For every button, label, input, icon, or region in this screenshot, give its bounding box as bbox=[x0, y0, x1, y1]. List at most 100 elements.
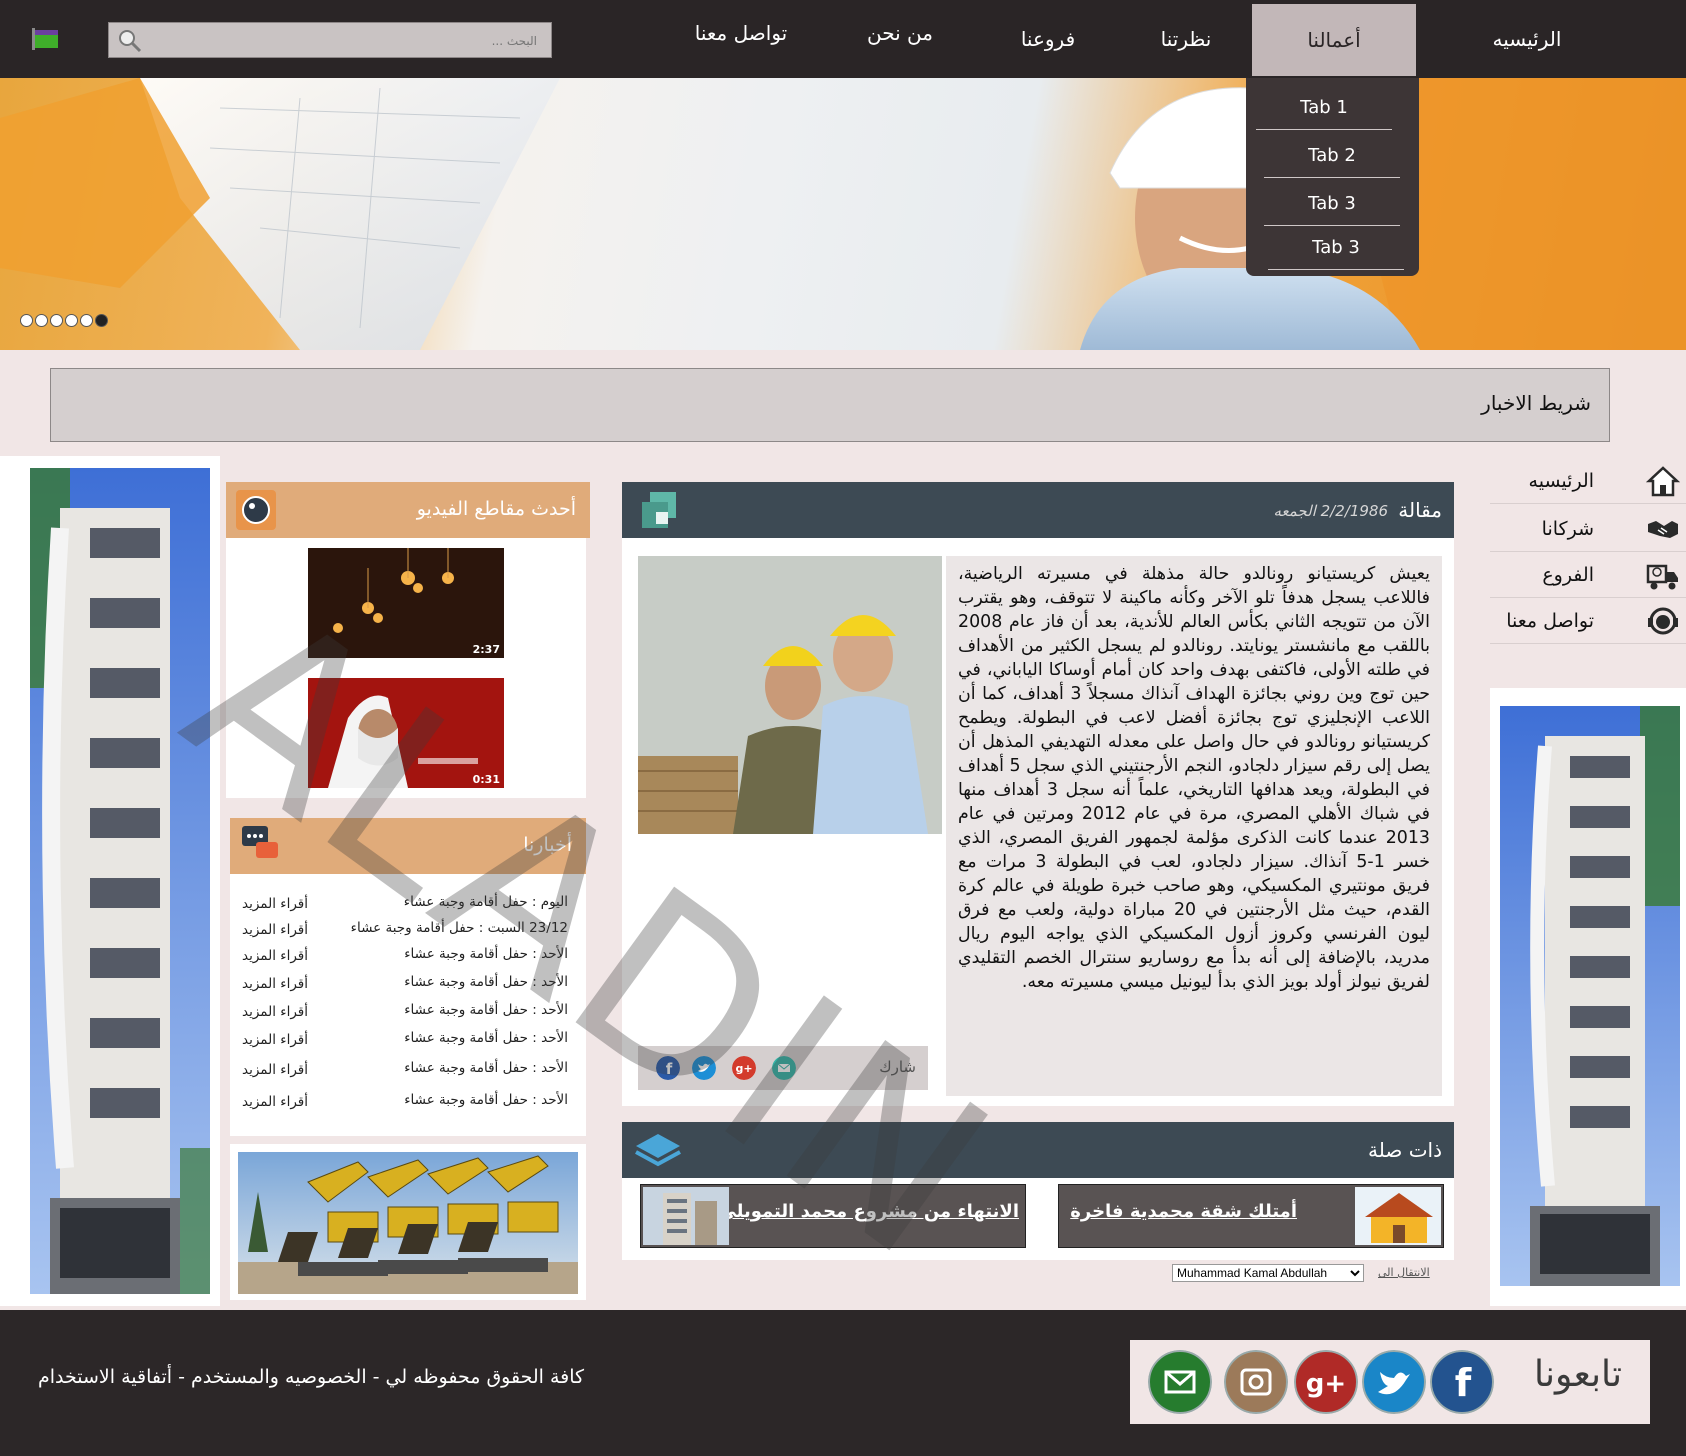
support-icon bbox=[1648, 607, 1678, 635]
news-read-more[interactable]: أقراء المزيد bbox=[242, 896, 308, 912]
news-item[interactable]: اليوم : حفل أقامة وجبة عشاء أقراء المزيد bbox=[230, 894, 586, 916]
share-google-plus-icon[interactable]: g+ bbox=[732, 1056, 756, 1080]
dropdown-tab-3b[interactable]: Tab 3 bbox=[1268, 226, 1404, 270]
svg-text:g+: g+ bbox=[1306, 1369, 1346, 1399]
video-thumbnail[interactable]: 0:31 bbox=[308, 678, 504, 788]
slider-dot[interactable] bbox=[80, 314, 93, 327]
side-menu-partners[interactable]: شركانا bbox=[1490, 508, 1686, 552]
search-input[interactable] bbox=[157, 31, 537, 51]
news-item[interactable]: الأحد : حفل أقامة وجبة عشاء أقراء المزيد bbox=[230, 1092, 586, 1114]
svg-text:g+: g+ bbox=[735, 1062, 752, 1075]
related-header: ذات صلة bbox=[622, 1122, 1454, 1178]
news-ticker: شريط الاخبار bbox=[50, 368, 1610, 442]
news-item[interactable]: الأحد : حفل أقامة وجبة عشاء أقراء المزيد bbox=[230, 1002, 586, 1024]
share-email-icon[interactable] bbox=[772, 1056, 796, 1080]
nav-our-vision[interactable]: نظرتنا bbox=[1124, 0, 1248, 78]
nav-contact-us[interactable]: تواصل معنا bbox=[676, 0, 806, 72]
news-item-text[interactable]: الأحد : حفل أقامة وجبة عشاء bbox=[404, 1092, 568, 1108]
side-menu-home-label: الرئيسيه bbox=[1528, 470, 1594, 492]
news-item-text[interactable]: 23/12 السبت : حفل أقامة وجبة عشاء bbox=[351, 920, 568, 936]
dropdown-tab-1[interactable]: Tab 1 bbox=[1256, 86, 1392, 130]
jump-label[interactable]: الانتقال الى bbox=[1378, 1266, 1430, 1279]
instagram-icon[interactable] bbox=[1224, 1350, 1288, 1414]
news-item[interactable]: 23/12 السبت : حفل أقامة وجبة عشاء أقراء ا… bbox=[230, 920, 586, 942]
related-title: ذات صلة bbox=[1368, 1138, 1442, 1162]
side-menu-partners-label: شركانا bbox=[1541, 518, 1594, 540]
slider-dot[interactable] bbox=[35, 314, 48, 327]
share-twitter-icon[interactable] bbox=[692, 1056, 716, 1080]
side-menu-branches[interactable]: الفروع bbox=[1490, 554, 1686, 598]
search-icon[interactable] bbox=[117, 28, 143, 54]
building-thumbnail bbox=[643, 1187, 729, 1245]
nav-our-works[interactable]: أعمالنا bbox=[1252, 4, 1416, 76]
news-panel: أخبارنا اليوم : حفل أقامة وجبة عشاء أقراء… bbox=[230, 818, 586, 1136]
camera-lens-icon bbox=[236, 490, 276, 530]
news-item-text[interactable]: الأحد : حفل أقامة وجبة عشاء bbox=[404, 1002, 568, 1018]
related-card-title[interactable]: الانتهاء من مشروع محمد التمويلي bbox=[718, 1201, 1019, 1222]
dropdown-tab-3[interactable]: Tab 3 bbox=[1264, 182, 1400, 226]
news-item-text[interactable]: الأحد : حفل أقامة وجبة عشاء bbox=[404, 1030, 568, 1046]
left-banner bbox=[0, 456, 220, 1306]
share-facebook-icon[interactable]: f bbox=[656, 1056, 680, 1080]
language-flag-icon[interactable] bbox=[30, 26, 60, 50]
news-item-text[interactable]: الأحد : حفل أقامة وجبة عشاء bbox=[404, 1060, 568, 1076]
nav-about-us[interactable]: من نحن bbox=[838, 0, 962, 72]
search-box bbox=[108, 22, 552, 58]
news-item[interactable]: الأحد : حفل أقامة وجبة عشاء أقراء المزيد bbox=[230, 946, 586, 968]
nav-home[interactable]: الرئيسيه bbox=[1452, 0, 1602, 78]
news-item[interactable]: الأحد : حفل أقامة وجبة عشاء أقراء المزيد bbox=[230, 1030, 586, 1052]
news-item-text[interactable]: اليوم : حفل أقامة وجبة عشاء bbox=[404, 894, 568, 910]
video-thumbnail[interactable]: 2:37 bbox=[308, 548, 504, 658]
related-card-apartment[interactable]: أمتلك شقة محمدية فاخرة bbox=[1058, 1184, 1444, 1248]
dropdown-tab-2[interactable]: Tab 2 bbox=[1264, 134, 1400, 178]
jump-select[interactable]: Muhammad Kamal Abdullah bbox=[1172, 1264, 1364, 1282]
news-item-text[interactable]: الأحد : حفل أقامة وجبة عشاء bbox=[404, 974, 568, 990]
article-photo bbox=[638, 556, 942, 834]
tower-image-left[interactable] bbox=[30, 468, 210, 1294]
article-title: مقالة bbox=[1398, 498, 1442, 522]
article-body: يعيش كريستيانو رونالدو حالة مذهلة في مسي… bbox=[946, 556, 1442, 1096]
news-item-text[interactable]: الأحد : حفل أقامة وجبة عشاء bbox=[404, 946, 568, 962]
side-menu-contact-label: تواصل معنا bbox=[1506, 610, 1594, 632]
news-read-more[interactable]: أقراء المزيد bbox=[242, 976, 308, 992]
related-card-title[interactable]: أمتلك شقة محمدية فاخرة bbox=[1070, 1201, 1297, 1222]
footer-copyright: كافة الحقوق محفوظه لي - الخصوصيه والمستخ… bbox=[38, 1366, 585, 1388]
slider-dot[interactable] bbox=[20, 314, 33, 327]
google-plus-icon[interactable]: g+ bbox=[1294, 1350, 1358, 1414]
side-menu-home[interactable]: الرئيسيه bbox=[1490, 460, 1686, 504]
related-card-project[interactable]: الانتهاء من مشروع محمد التمويلي bbox=[640, 1184, 1026, 1248]
news-read-more[interactable]: أقراء المزيد bbox=[242, 1062, 308, 1078]
videos-title: أحدث مقاطع الفيديو bbox=[416, 498, 576, 520]
chandelier-thumbnail bbox=[308, 548, 504, 658]
news-item[interactable]: الأحد : حفل أقامة وجبة عشاء أقراء المزيد bbox=[230, 1060, 586, 1082]
follow-us-label: تابعونا bbox=[1534, 1354, 1622, 1395]
tower-image-right[interactable] bbox=[1500, 706, 1680, 1286]
news-read-more[interactable]: أقراء المزيد bbox=[242, 1032, 308, 1048]
our-works-dropdown: Tab 1 Tab 2 Tab 3 Tab 3 bbox=[1246, 78, 1419, 276]
news-read-more[interactable]: أقراء المزيد bbox=[242, 1094, 308, 1110]
footer: كافة الحقوق محفوظه لي - الخصوصيه والمستخ… bbox=[0, 1310, 1686, 1456]
article-icon bbox=[642, 492, 676, 528]
news-item[interactable]: الأحد : حفل أقامة وجبة عشاء أقراء المزيد bbox=[230, 974, 586, 996]
share-label: شارك bbox=[879, 1058, 916, 1076]
top-navigation: الرئيسيه أعمالنا نظرتنا فروعنا من نحن تو… bbox=[0, 0, 1686, 78]
side-menu-contact[interactable]: تواصل معنا bbox=[1490, 600, 1686, 644]
twitter-icon[interactable] bbox=[1362, 1350, 1426, 1414]
slider-dot[interactable] bbox=[50, 314, 63, 327]
slider-dot-active[interactable] bbox=[95, 314, 108, 327]
excavators-image[interactable] bbox=[238, 1152, 578, 1294]
news-read-more[interactable]: أقراء المزيد bbox=[242, 1004, 308, 1020]
share-bar: شارك g+ f bbox=[638, 1046, 928, 1090]
nav-branches[interactable]: فروعنا bbox=[986, 0, 1110, 78]
slider-dot[interactable] bbox=[65, 314, 78, 327]
news-header: أخبارنا bbox=[230, 818, 586, 874]
article-date: 2/2/1986 الجمعه bbox=[1273, 502, 1388, 520]
video-duration: 2:37 bbox=[472, 643, 500, 656]
news-read-more[interactable]: أقراء المزيد bbox=[242, 922, 308, 938]
news-read-more[interactable]: أقراء المزيد bbox=[242, 948, 308, 964]
email-icon[interactable] bbox=[1148, 1350, 1212, 1414]
facebook-icon[interactable]: f bbox=[1430, 1350, 1494, 1414]
slider-dots bbox=[20, 312, 110, 331]
right-banner bbox=[1490, 688, 1686, 1306]
side-menu-branches-label: الفروع bbox=[1542, 564, 1594, 586]
